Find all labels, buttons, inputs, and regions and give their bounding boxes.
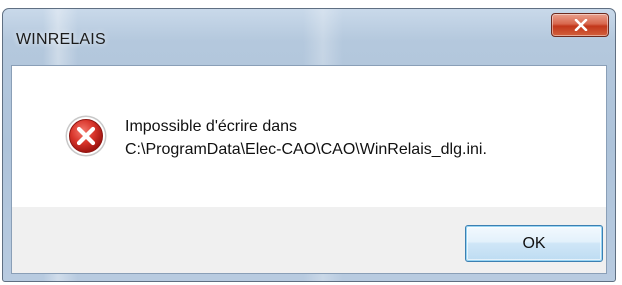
title-bar[interactable]: WINRELAIS [3, 9, 615, 65]
close-icon [574, 19, 588, 31]
window-title: WINRELAIS [16, 31, 106, 48]
message-area: Impossible d'écrire dans C:\ProgramData\… [12, 66, 606, 207]
dialog-window: WINRELAIS Impossible d'écrire dans C:\Pr… [2, 8, 616, 282]
message-text-line2: C:\ProgramData\Elec-CAO\CAO\WinRelais_dl… [125, 141, 487, 158]
message-text-line1: Impossible d'écrire dans [125, 118, 298, 135]
ok-button[interactable]: OK [465, 225, 603, 262]
error-icon [65, 115, 107, 157]
dialog-content: Impossible d'écrire dans C:\ProgramData\… [11, 65, 607, 274]
close-button[interactable] [551, 13, 609, 37]
